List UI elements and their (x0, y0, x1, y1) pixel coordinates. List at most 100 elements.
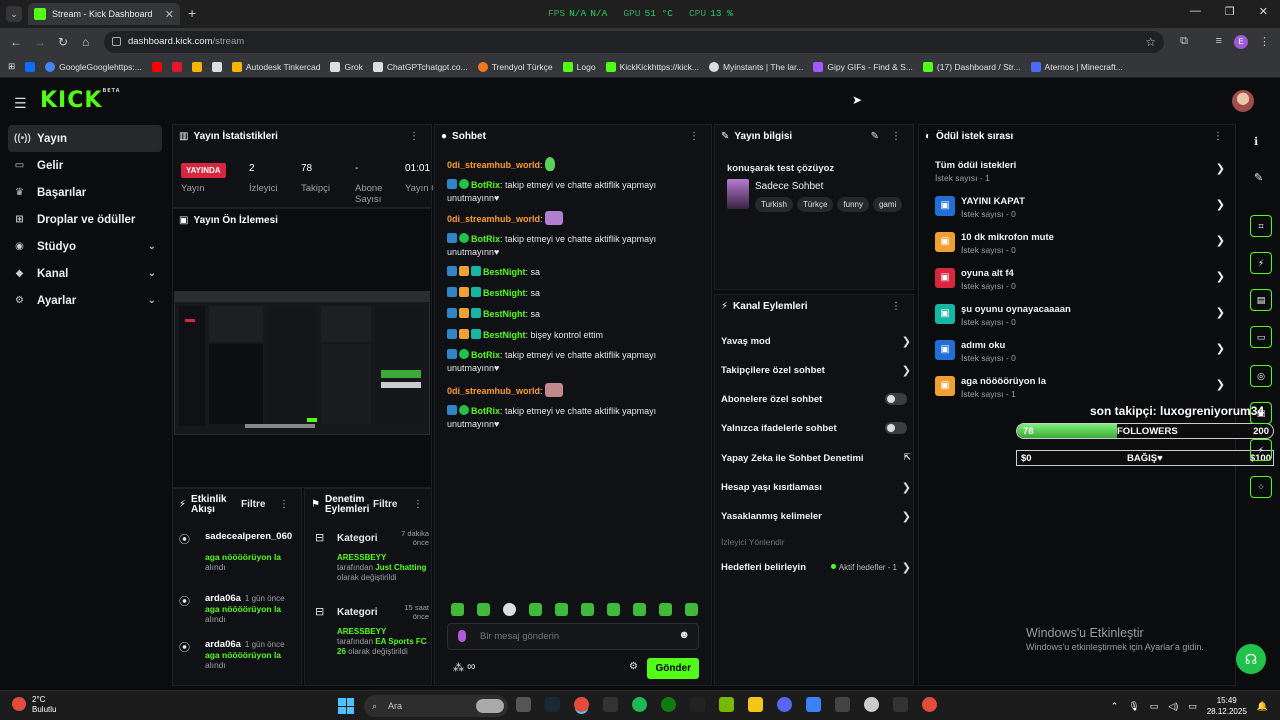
action-ai-moderation[interactable]: Yapay Zeka ile Sohbet Denetimi ⇱ (721, 452, 911, 464)
tab-search-icon[interactable]: ⌄ (6, 6, 22, 22)
filter-button[interactable]: Filtre (241, 499, 265, 510)
bookmark-item[interactable] (211, 61, 222, 72)
reload-icon[interactable]: ↻ (58, 35, 68, 49)
emote-icon[interactable] (685, 603, 698, 616)
bookmark-item[interactable]: Aternos | Minecraft... (1030, 61, 1123, 72)
more-options-icon[interactable]: ⋮ (891, 131, 901, 142)
action-followers-only[interactable]: Takipçilere özel sohbet ❯ (721, 365, 911, 377)
bolt-tool-icon[interactable]: ⚡ (1250, 252, 1272, 274)
maximize-icon[interactable]: ❐ (1225, 5, 1235, 18)
emote-icon[interactable] (555, 603, 568, 616)
more-options-icon[interactable]: ⋮ (891, 301, 901, 312)
app-icon[interactable] (690, 697, 705, 712)
sidebar-item-yayin[interactable]: ((•)) Yayın (8, 125, 162, 152)
emote-icon[interactable] (503, 603, 516, 616)
sidebar-item-ayarlar[interactable]: ⚙ Ayarlar ⌄ (8, 287, 162, 314)
edit-layout-icon[interactable]: ✎ (1254, 171, 1263, 184)
bookmark-item[interactable]: KickKickhttps://kick... (605, 61, 699, 72)
browser-menu-icon[interactable]: ⋮ (1259, 35, 1270, 48)
taskbar-search[interactable]: ⌕ Ara (364, 695, 508, 717)
points-icon[interactable]: ⁂ (453, 661, 464, 674)
bookmark-item[interactable] (25, 61, 36, 72)
apps-grid-icon[interactable]: ⊞ (8, 61, 15, 72)
support-chat-icon[interactable]: ☊ (1236, 644, 1266, 674)
info-icon[interactable]: ℹ (1254, 135, 1258, 148)
broadcast-tool-icon[interactable]: ◎ (1250, 365, 1272, 387)
url-field[interactable]: dashboard.kick.com/stream ☆ (104, 31, 1164, 53)
chat-input-box[interactable]: ☻ (447, 623, 699, 650)
record-tool-icon[interactable]: ▣ (1250, 402, 1272, 424)
bookmark-item[interactable] (171, 61, 182, 72)
task-view-icon[interactable] (516, 697, 531, 712)
close-window-icon[interactable]: ✕ (1259, 5, 1268, 18)
action-banned-words[interactable]: Yasaklanmış kelimeler ❯ (721, 511, 911, 523)
emote-icon[interactable] (659, 603, 672, 616)
emotes-only-toggle[interactable] (885, 422, 907, 434)
chat-input[interactable] (480, 631, 670, 642)
reward-item[interactable]: ▣ 10 dk mikrofon mute İstek sayısı - 0 ❯ (935, 232, 1225, 256)
volume-icon[interactable]: ◁) (1168, 701, 1178, 712)
sidebar-item-kanal[interactable]: ◆ Kanal ⌄ (8, 260, 162, 287)
screenshot-icon[interactable]: ⌗ (1250, 215, 1272, 237)
more-options-icon[interactable]: ⋮ (1213, 131, 1223, 142)
bookmark-item[interactable] (151, 61, 162, 72)
app-icon[interactable] (835, 697, 850, 712)
clock[interactable]: 15:49 28.12.2025 (1207, 695, 1247, 717)
kick-logo[interactable]: KICKBETA (40, 88, 121, 113)
reward-item[interactable]: ▣ aga nöööörüyon la İstek sayısı - 1 ❯ (935, 376, 1225, 400)
reward-item[interactable]: ▣ oyuna alt f4 İstek sayısı - 0 ❯ (935, 268, 1225, 292)
bookmark-item[interactable]: Logo (562, 61, 596, 72)
chrome-icon[interactable] (574, 697, 589, 712)
obs-icon[interactable] (922, 697, 937, 712)
sidebar-item-basarilar[interactable]: ♛ Başarılar (8, 179, 162, 206)
sidebar-item-droplar[interactable]: ⊞ Droplar ve ödüller (8, 206, 162, 233)
app-icon[interactable] (603, 697, 618, 712)
profile-avatar[interactable]: E (1234, 35, 1248, 49)
send-button[interactable]: Gönder (647, 658, 699, 679)
file-explorer-icon[interactable] (748, 697, 763, 712)
bookmark-item[interactable] (191, 61, 202, 72)
emote-icon[interactable] (529, 603, 542, 616)
filter-button[interactable]: Filtre (373, 499, 397, 510)
chat-settings-icon[interactable]: ⚙ (629, 661, 638, 672)
emote-icon[interactable] (451, 603, 464, 616)
more-options-icon[interactable]: ⋮ (689, 131, 699, 142)
bookmark-item[interactable]: (17) Dashboard / Str... (922, 61, 1021, 72)
chat-tool-icon[interactable]: ▭ (1250, 326, 1272, 348)
bookmark-item[interactable]: Autodesk Tinkercad (231, 61, 320, 72)
minimize-icon[interactable]: — (1190, 5, 1201, 18)
bookmark-item[interactable]: Grok (330, 61, 363, 72)
browser-tab[interactable]: Stream - Kick Dashboard ✕ (28, 3, 180, 25)
bookmark-item[interactable]: ChatGPTchatgpt.co... (372, 61, 468, 72)
notifications-icon[interactable]: 🔔 (1257, 701, 1268, 712)
site-info-icon[interactable] (112, 37, 121, 46)
steam-icon[interactable] (545, 697, 560, 712)
bookmark-item[interactable]: Trendyol Türkçe (477, 61, 553, 72)
forward-icon[interactable]: → (34, 35, 46, 49)
subscribers-only-toggle[interactable] (885, 393, 907, 405)
bookmark-item[interactable]: Myinstants | The lar... (708, 61, 803, 72)
app-icon[interactable] (893, 697, 908, 712)
discord-icon[interactable] (777, 697, 792, 712)
sidebar-item-studyo[interactable]: ◉ Stüdyo ⌄ (8, 233, 162, 260)
more-options-icon[interactable]: ⋮ (413, 499, 423, 510)
bookmark-star-icon[interactable]: ☆ (1145, 31, 1156, 53)
action-slow-mode[interactable]: Yavaş mod ❯ (721, 336, 911, 348)
reward-item[interactable]: ▣ adımı oku İstek sayısı - 0 ❯ (935, 340, 1225, 364)
document-icon[interactable]: ▤ (1250, 289, 1272, 311)
edit-icon[interactable]: ✎ (871, 131, 879, 142)
flash-tool-icon[interactable]: ⚡ (1250, 439, 1272, 461)
back-icon[interactable]: ← (10, 35, 22, 49)
reading-list-icon[interactable]: ≡ (1216, 35, 1222, 47)
reward-item[interactable]: ▣ YAYINI KAPAT İstek sayısı - 0 ❯ (935, 196, 1225, 220)
xbox-icon[interactable] (661, 697, 676, 712)
bookmark-item[interactable]: GoogleGooglehttps:... (45, 61, 142, 72)
chevron-up-icon[interactable]: ⌃ (1111, 701, 1119, 712)
emote-icon[interactable] (477, 603, 490, 616)
spotify-icon[interactable] (632, 697, 647, 712)
emote-icon[interactable] (607, 603, 620, 616)
stream-preview-video[interactable] (174, 291, 430, 435)
bookmark-item[interactable]: Gipy GIFs - Find & S... (813, 61, 913, 72)
nvidia-icon[interactable] (719, 697, 734, 712)
reward-item[interactable]: ▣ şu oyunu oynayacaaaan İstek sayısı - 0… (935, 304, 1225, 328)
